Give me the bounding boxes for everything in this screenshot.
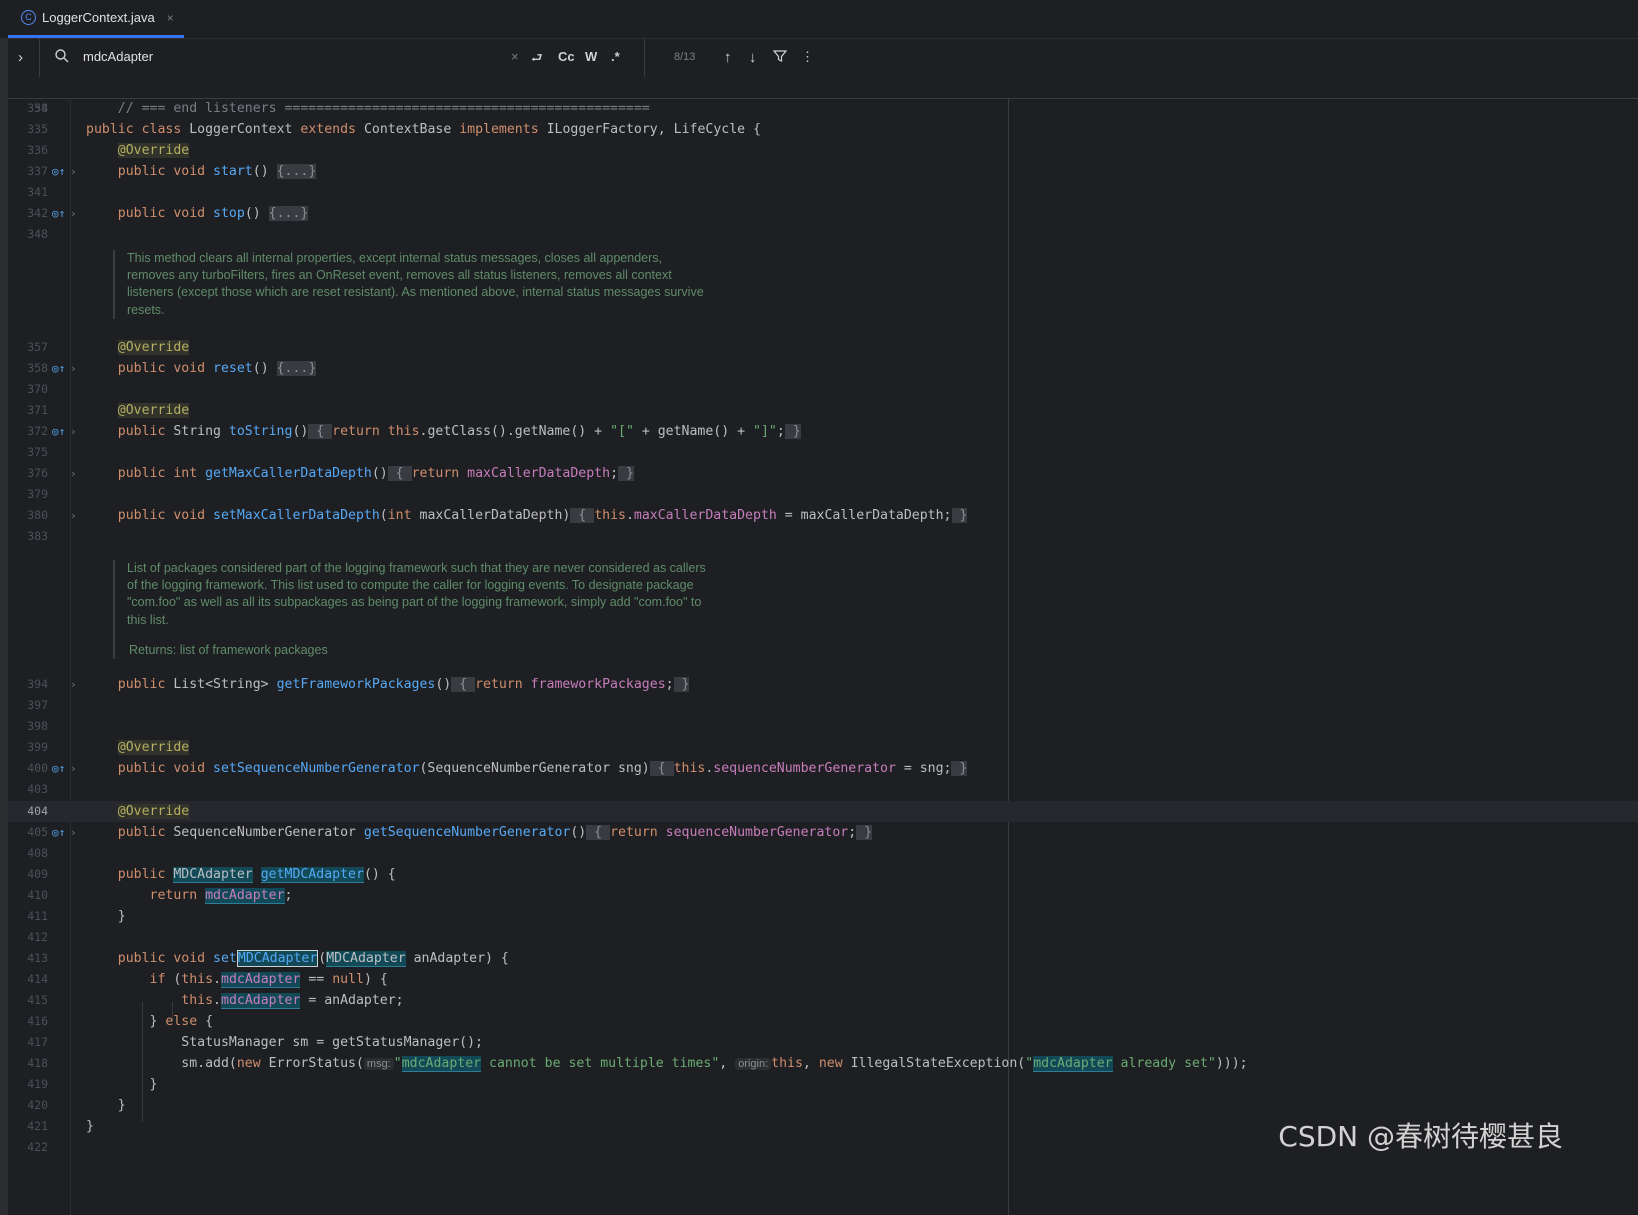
code-line: 358 ◎↑ › public void reset() {...} [8, 358, 1638, 379]
expand-replace-icon[interactable]: › [18, 49, 23, 66]
fold-expand-icon[interactable]: › [70, 203, 77, 224]
previous-occurrence-icon[interactable]: ↑ [724, 49, 732, 66]
code-line: 371 @Override [27, 403, 190, 418]
fold-expand-icon[interactable]: › [70, 421, 77, 442]
code-line: 357 @Override [27, 340, 190, 355]
code-line: 420 } [27, 1098, 126, 1113]
fold-expand-icon[interactable]: › [70, 822, 77, 843]
code-line: 418 sm.add(new ErrorStatus(msg: "mdcAdapt… [27, 1056, 1248, 1072]
implements-method-icon[interactable]: ◎↑ [52, 822, 65, 843]
divider [39, 39, 40, 77]
code-line-current: 404 @Override [27, 804, 190, 819]
code-line: 414 if (this.mdcAdapter == null) { [27, 972, 388, 988]
code-line: 408 [27, 846, 48, 860]
code-line: 383 [27, 529, 48, 543]
javadoc-text: List of packages considered part of the … [127, 561, 706, 627]
code-line: 399 @Override [27, 740, 190, 755]
code-line: 341 [27, 185, 48, 199]
code-line: 405 ◎↑ › public SequenceNumberGenerator ge… [8, 822, 1638, 843]
rendered-javadoc: This method clears all internal properti… [113, 250, 707, 319]
implements-method-icon[interactable]: ◎↑ [52, 161, 65, 182]
code-line: 397 [27, 698, 48, 712]
filter-icon[interactable] [772, 49, 788, 66]
fold-expand-icon[interactable]: › [70, 358, 77, 379]
code-line: 416 } else { [27, 1014, 214, 1029]
new-line-icon[interactable]: ⮐ [531, 49, 543, 71]
words-button[interactable]: W [585, 49, 597, 64]
code-line: 342 ◎↑ › public void stop() {...} [8, 203, 1638, 224]
search-match: MDCAdapter [173, 867, 253, 883]
code-line: 335 [27, 122, 48, 136]
search-match: mdcAdapter [221, 993, 301, 1009]
fold-expand-icon[interactable]: › [70, 463, 77, 484]
code-line: 348 [27, 227, 48, 241]
javadoc-returns: Returns: list of framework packages [129, 642, 328, 657]
code-line: 403 [27, 782, 48, 796]
code-line: 379 [27, 487, 48, 501]
code-line: 409 public MDCAdapter getMDCAdapter() { [27, 867, 396, 883]
search-match: MDCAdapter [326, 951, 406, 967]
code-editor[interactable]: 334 // === end listeners ===============… [8, 98, 1638, 1215]
tab-close-icon[interactable]: × [167, 11, 174, 25]
sticky-class-header: 58 public class LoggerContext extends Co… [8, 77, 1638, 137]
match-case-button[interactable]: Cc [558, 49, 575, 64]
folded-block[interactable]: {...} [276, 361, 317, 376]
more-options-icon[interactable]: ⋮ [801, 49, 814, 65]
current-search-match: MDCAdapter [236, 950, 319, 967]
watermark: CSDN @春树待樱甚良 [1278, 1120, 1563, 1153]
code-line: 375 [27, 445, 48, 459]
implements-method-icon[interactable]: ◎↑ [52, 358, 65, 379]
code-line: 413 public void setMDCAdapter(MDCAdapter… [27, 950, 509, 967]
code-line: 337 ◎↑ › public void start() {...} [8, 161, 1638, 182]
rendered-javadoc: List of packages considered part of the … [113, 560, 717, 660]
tab-logger-context[interactable]: C LoggerContext.java × [8, 0, 184, 38]
code-line: 336 @Override [27, 143, 190, 158]
fold-expand-icon[interactable]: › [70, 758, 77, 779]
fold-expand-icon[interactable]: › [70, 161, 77, 182]
folded-block[interactable]: {...} [276, 164, 317, 179]
class-c-icon: C [21, 10, 36, 25]
search-match: mdcAdapter [205, 888, 285, 904]
fold-expand-icon[interactable]: › [70, 505, 77, 526]
code-line: 411 } [27, 909, 126, 924]
code-line: 419 } [27, 1077, 158, 1092]
implements-method-icon[interactable]: ◎↑ [52, 203, 65, 224]
code-line: 372 ◎↑ › public String toString() { return… [8, 421, 1638, 442]
search-match: mdcAdapter [221, 972, 301, 988]
editor-tab-bar: C LoggerContext.java × [0, 0, 1638, 39]
regex-button[interactable]: .* [611, 49, 620, 64]
code-line: 400 ◎↑ › public void setSequenceNumberGene… [8, 758, 1638, 779]
find-bar: › mdcAdapter × ⮐ Cc W .* 8/13 ↑ ↓ ⋮ [8, 39, 1638, 78]
fold-expand-icon[interactable]: › [70, 674, 77, 695]
implements-method-icon[interactable]: ◎↑ [52, 758, 65, 779]
search-match: mdcAdapter [1033, 1056, 1113, 1072]
next-occurrence-icon[interactable]: ↓ [749, 49, 757, 66]
match-count: 8/13 [674, 51, 696, 63]
tab-label: LoggerContext.java [42, 10, 155, 25]
parameter-hint: origin: [735, 1058, 772, 1070]
left-tool-strip [0, 38, 8, 1215]
code-line: 370 [27, 382, 48, 396]
code-line: 334 // === end listeners ===============… [27, 101, 650, 116]
javadoc-text: This method clears all internal properti… [127, 251, 704, 317]
overrides-method-icon[interactable]: ◎↑ [52, 421, 65, 442]
code-line: 398 [27, 719, 48, 733]
code-line: 417 StatusManager sm = getStatusManager(… [27, 1035, 483, 1050]
code-line: 410 return mdcAdapter; [27, 888, 293, 904]
code-line: 412 [27, 930, 48, 944]
clear-search-icon[interactable]: × [511, 49, 519, 64]
code-line: 415 this.mdcAdapter = anAdapter; [27, 993, 404, 1009]
folded-block[interactable]: {...} [268, 206, 309, 221]
code-line: 394 › public List<String> getFrameworkPac… [8, 674, 1638, 695]
divider [644, 39, 645, 77]
parameter-hint: msg: [363, 1058, 394, 1070]
search-icon[interactable] [54, 48, 70, 67]
code-line: 380 › public void setMaxCallerDataDepth(i… [8, 505, 1638, 526]
search-input[interactable]: mdcAdapter [83, 49, 153, 64]
code-line: 376 › public int getMaxCallerDataDepth() … [8, 463, 1638, 484]
search-match: mdcAdapter [401, 1056, 482, 1072]
search-match: MDCAdapter [284, 867, 364, 883]
